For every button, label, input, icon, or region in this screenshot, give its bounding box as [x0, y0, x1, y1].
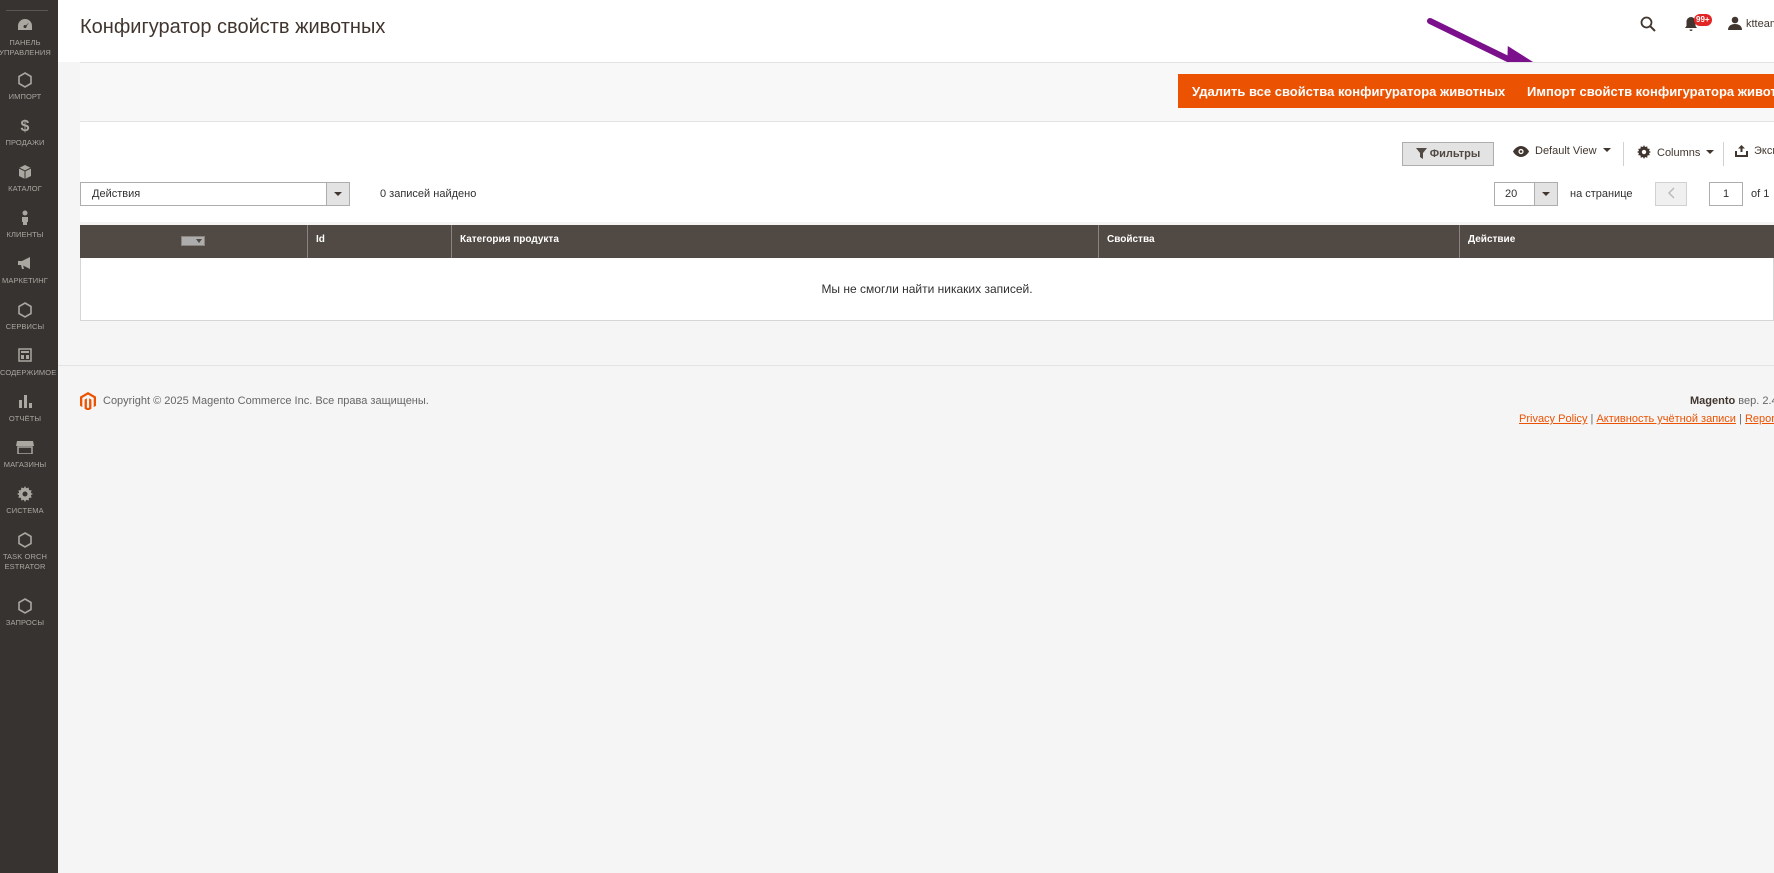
hexagon-icon	[0, 598, 50, 616]
chevron-down-icon	[1706, 150, 1715, 154]
sidebar-item-label: ПАНЕЛЬ УПРАВЛЕНИЯ	[0, 38, 51, 57]
sidebar-item-label: СИСТЕМА	[6, 506, 44, 515]
previous-page-button[interactable]	[1655, 182, 1687, 206]
megaphone-icon	[0, 256, 50, 274]
grid-toolbar: Фильтры Default View Columns Экспорт Дей…	[80, 122, 1774, 222]
version-info: Magento вер. 2.4	[1690, 395, 1774, 407]
sidebar-item-label: СЕРВИСЫ	[5, 322, 45, 331]
mass-actions-value: Действия	[92, 188, 141, 200]
data-grid: Id Категория продукта Свойства Действие …	[80, 225, 1774, 321]
sidebar-item-services[interactable]: СЕРВИСЫ	[0, 302, 50, 332]
column-header-id[interactable]: Id	[307, 225, 451, 258]
page-title: Конфигуратор свойств животных	[80, 16, 386, 38]
toolbar-divider	[1623, 142, 1624, 166]
view-label: Default View	[1535, 145, 1597, 157]
box-icon	[0, 164, 50, 182]
column-header-properties[interactable]: Свойства	[1098, 225, 1459, 258]
sidebar-item-label: ЗАПРОСЫ	[5, 618, 45, 627]
total-pages: of 1	[1751, 188, 1770, 200]
sidebar-item-label: КАТАЛОГ	[8, 184, 42, 193]
copyright-text: Copyright © 2025 Magento Commerce Inc. В…	[103, 395, 429, 407]
column-header-action: Действие	[1459, 225, 1774, 258]
export-label: Экспорт	[1754, 145, 1774, 157]
chevron-down-icon	[1602, 148, 1611, 152]
import-properties-button[interactable]: Импорт свойств конфигуратора животных	[1513, 74, 1774, 108]
export-control[interactable]: Экспорт	[1735, 145, 1774, 157]
filters-label: Фильтры	[1429, 148, 1481, 160]
per-page-label: на странице	[1570, 188, 1633, 200]
sidebar-item-system[interactable]: СИСТЕМА	[0, 486, 50, 516]
sidebar-item-catalog[interactable]: КАТАЛОГ	[0, 164, 50, 194]
eye-icon	[1513, 146, 1529, 157]
sidebar-item-sales[interactable]: $ ПРОДАЖИ	[0, 118, 50, 148]
sidebar-item-label: КЛИЕНТЫ	[6, 230, 44, 239]
sidebar-item-import[interactable]: ИМПОРТ	[0, 72, 50, 102]
chevron-down-icon[interactable]	[1534, 183, 1557, 205]
sidebar-item-label: TASK ORCHESTRATOR	[2, 552, 48, 571]
sidebar-item-requests[interactable]: ЗАПРОСЫ	[0, 598, 50, 628]
sidebar-item-label: СОДЕРЖИМОЕ	[0, 368, 57, 377]
gear-icon	[1637, 145, 1651, 159]
privacy-policy-link[interactable]: Privacy Policy	[1519, 413, 1587, 425]
search-icon[interactable]	[1640, 16, 1656, 37]
sidebar-item-task-orchestrator[interactable]: TASK ORCHESTRATOR	[0, 532, 50, 572]
sidebar-item-content[interactable]: СОДЕРЖИМОЕ	[0, 348, 57, 378]
grid-empty-message: Мы не смогли найти никаких записей.	[80, 258, 1774, 321]
grid-header-row: Id Категория продукта Свойства Действие	[80, 225, 1774, 258]
gear-icon	[0, 486, 50, 504]
view-switcher[interactable]: Default View	[1513, 145, 1611, 157]
filters-button[interactable]: Фильтры	[1402, 142, 1494, 166]
dollar-icon: $	[20, 118, 30, 135]
hexagon-icon	[0, 302, 50, 320]
current-page-input[interactable]: 1	[1709, 182, 1743, 206]
sidebar-item-stores[interactable]: МАГАЗИНЫ	[0, 440, 50, 470]
bar-chart-icon	[0, 394, 50, 412]
brand-name: Magento	[1690, 395, 1736, 407]
magento-logo-icon	[80, 392, 96, 415]
store-icon	[0, 440, 50, 458]
delete-all-properties-button[interactable]: Удалить все свойства конфигуратора живот…	[1178, 74, 1520, 108]
sidebar-item-label: ОТЧЁТЫ	[8, 414, 42, 423]
sidebar-item-label: ИМПОРТ	[8, 92, 42, 101]
footer-links: Privacy Policy | Активность учётной запи…	[1519, 413, 1774, 425]
user-icon[interactable]	[1728, 16, 1742, 35]
sidebar-logo-divider	[6, 10, 48, 11]
mass-actions-select[interactable]: Действия	[80, 182, 350, 206]
footer-divider	[58, 365, 1774, 366]
sidebar-item-label: МАГАЗИНЫ	[3, 460, 47, 469]
sidebar-item-customers[interactable]: КЛИЕНТЫ	[0, 210, 50, 240]
chevron-down-icon[interactable]	[326, 183, 349, 205]
sidebar-item-label: ПРОДАЖИ	[5, 138, 45, 147]
records-found-count: 0 записей найдено	[380, 188, 477, 200]
sidebar-item-dashboard[interactable]: ПАНЕЛЬ УПРАВЛЕНИЯ	[0, 18, 51, 58]
report-link[interactable]: Report	[1745, 413, 1774, 425]
per-page-select[interactable]: 20	[1494, 182, 1558, 206]
hexagon-icon	[0, 72, 50, 90]
toolbar-divider	[1723, 142, 1724, 166]
sidebar-item-reports[interactable]: ОТЧЁТЫ	[0, 394, 50, 424]
person-icon	[0, 210, 50, 228]
sidebar-item-marketing[interactable]: МАРКЕТИНГ	[0, 256, 50, 286]
export-icon	[1735, 145, 1748, 157]
columns-control[interactable]: Columns	[1637, 145, 1715, 159]
layout-icon	[0, 348, 50, 366]
chevron-left-icon	[1667, 187, 1675, 199]
username[interactable]: ktteam	[1746, 18, 1774, 30]
filter-icon	[1415, 148, 1427, 159]
account-activity-link[interactable]: Активность учётной записи	[1596, 413, 1736, 425]
version-number: вер. 2.4	[1738, 395, 1774, 407]
select-all-column	[80, 225, 307, 258]
mass-select-checkbox[interactable]	[181, 236, 205, 246]
notification-badge: 99+	[1694, 14, 1712, 26]
dashboard-icon	[0, 18, 50, 36]
hexagon-icon	[0, 532, 50, 550]
column-header-product-category[interactable]: Категория продукта	[451, 225, 1098, 258]
admin-sidebar: ПАНЕЛЬ УПРАВЛЕНИЯ ИМПОРТ $ ПРОДАЖИ КАТАЛ…	[0, 0, 58, 873]
per-page-value: 20	[1505, 188, 1518, 200]
columns-label: Columns	[1657, 147, 1701, 159]
sidebar-item-label: МАРКЕТИНГ	[2, 276, 48, 285]
page-actions-bar: Удалить все свойства конфигуратора живот…	[80, 62, 1774, 122]
